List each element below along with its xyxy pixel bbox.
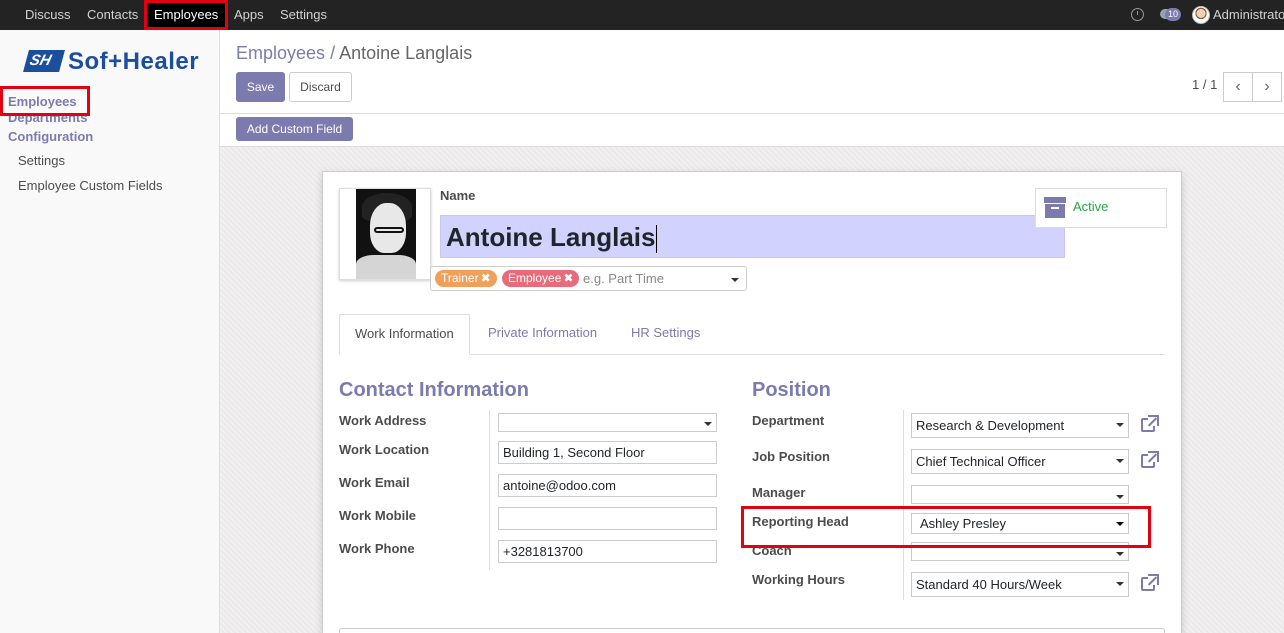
pager-previous-button[interactable]: ‹ (1223, 72, 1253, 102)
chevron-down-icon (704, 422, 712, 426)
remove-tag-icon[interactable]: ✖ (481, 271, 491, 285)
form-tabs: Work Information Private Information HR … (339, 314, 1165, 355)
chevron-down-icon (1116, 423, 1124, 427)
pager-value: 1 / 1 (1192, 77, 1218, 92)
menu-employees[interactable]: Employees (144, 0, 229, 30)
manager-select[interactable] (911, 485, 1129, 504)
job-position-select[interactable]: Chief Technical Officer (911, 449, 1129, 474)
contact-information-title: Contact Information (339, 379, 529, 401)
work-address-select[interactable] (498, 413, 717, 432)
menu-apps[interactable]: Apps (234, 0, 264, 30)
work-location-input[interactable]: Building 1, Second Floor (498, 441, 717, 464)
chevron-right-icon: › (1264, 78, 1270, 95)
menu-settings[interactable]: Settings (280, 0, 327, 30)
sidebar: SH Sof+Healer Departments Employees Conf… (0, 30, 220, 633)
tags-input-placeholder[interactable]: e.g. Part Time (583, 271, 664, 286)
job-position-value: Chief Technical Officer (916, 454, 1046, 469)
chevron-down-icon (1116, 459, 1124, 463)
tag-trainer[interactable]: Trainer ✖ (435, 270, 497, 287)
logo-text: Sof+Healer (68, 48, 200, 75)
tab-hr-settings[interactable]: HR Settings (631, 314, 700, 355)
job-position-label: Job Position (752, 449, 830, 464)
pager-next-button[interactable]: › (1252, 72, 1282, 102)
menu-contacts[interactable]: Contacts (87, 0, 138, 30)
logo-mark-text: SH (27, 52, 54, 69)
form-sheet: Name Antoine Langlais Trainer ✖ Employee ✖… (322, 171, 1182, 633)
notes-field[interactable] (339, 628, 1165, 633)
tag-trainer-label: Trainer (441, 271, 479, 285)
position-title: Position (752, 379, 831, 401)
chevron-down-icon (1116, 495, 1124, 499)
work-mobile-input[interactable] (498, 507, 717, 530)
working-hours-value: Standard 40 Hours/Week (916, 577, 1062, 592)
department-value: Research & Development (916, 418, 1065, 433)
manager-label: Manager (752, 485, 806, 500)
reporting-head-highlight (741, 506, 1151, 548)
discard-button[interactable]: Discard (289, 72, 352, 102)
tag-employee[interactable]: Employee ✖ (502, 270, 580, 287)
sidebar-item-employee-custom-fields[interactable]: Employee Custom Fields (18, 178, 163, 193)
work-phone-input[interactable]: +3281813700 (498, 540, 717, 563)
work-mobile-label: Work Mobile (339, 508, 417, 523)
sidebar-item-configuration[interactable]: Configuration (8, 129, 93, 144)
work-phone-label: Work Phone (339, 541, 415, 556)
breadcrumb-current: Antoine Langlais (339, 43, 473, 63)
work-address-label: Work Address (339, 413, 427, 428)
chevron-down-icon (1116, 582, 1124, 586)
external-link-icon[interactable] (1141, 415, 1159, 433)
chevron-down-icon[interactable] (731, 278, 739, 282)
name-input[interactable]: Antoine Langlais (440, 215, 1065, 258)
work-email-label: Work Email (339, 475, 410, 490)
breadcrumb-employees[interactable]: Employees (236, 43, 325, 63)
save-button[interactable]: Save (236, 72, 285, 102)
chevron-down-icon (1116, 552, 1124, 556)
add-custom-field-button[interactable]: Add Custom Field (236, 117, 353, 141)
external-link-icon[interactable] (1141, 574, 1159, 592)
working-hours-select[interactable]: Standard 40 Hours/Week (911, 572, 1129, 597)
menu-discuss[interactable]: Discuss (25, 0, 71, 30)
top-navbar: Discuss Contacts Employees Apps Settings… (0, 0, 1284, 30)
archive-icon (1044, 197, 1066, 219)
user-name[interactable]: Administrator (1213, 0, 1284, 30)
sidebar-item-employees[interactable]: Employees (0, 86, 90, 116)
department-label: Department (752, 413, 825, 428)
name-label: Name (440, 188, 476, 203)
breadcrumb-separator: / (330, 43, 336, 63)
sidebar-item-settings[interactable]: Settings (18, 153, 65, 168)
status-text: Active (1073, 199, 1109, 214)
active-status-button[interactable]: Active (1035, 188, 1167, 228)
user-avatar[interactable] (1192, 6, 1210, 24)
remove-tag-icon[interactable]: ✖ (563, 271, 573, 285)
activity-clock-icon[interactable] (1131, 8, 1144, 21)
tab-work-information[interactable]: Work Information (339, 314, 470, 355)
tag-employee-label: Employee (508, 271, 562, 285)
form-view-background: Name Antoine Langlais Trainer ✖ Employee ✖… (220, 147, 1284, 633)
work-location-label: Work Location (339, 442, 430, 457)
department-select[interactable]: Research & Development (911, 413, 1129, 438)
breadcrumb: Employees / Antoine Langlais (236, 43, 472, 64)
tab-private-information[interactable]: Private Information (488, 314, 597, 355)
employee-photo[interactable] (339, 188, 431, 280)
control-panel: Employees / Antoine Langlais Save Discar… (220, 30, 1284, 114)
external-link-icon[interactable] (1141, 451, 1159, 469)
studio-toolbar: Add Custom Field (220, 114, 1284, 147)
name-input-value: Antoine Langlais (446, 222, 656, 252)
message-count-badge: 10 (1165, 8, 1182, 21)
chevron-left-icon: ‹ (1235, 78, 1241, 95)
tags-field[interactable]: Trainer ✖ Employee ✖ e.g. Part Time (430, 266, 747, 291)
working-hours-label: Working Hours (752, 572, 845, 587)
work-email-input[interactable]: antoine@odoo.com (498, 474, 717, 497)
